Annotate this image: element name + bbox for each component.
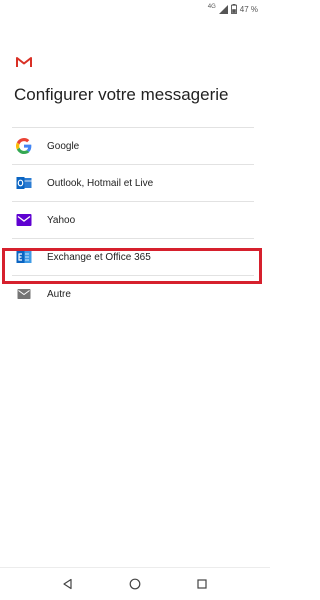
- provider-item-outlook[interactable]: Outlook, Hotmail et Live: [0, 165, 270, 201]
- provider-item-yahoo[interactable]: Yahoo: [0, 202, 270, 238]
- provider-label: Outlook, Hotmail et Live: [47, 177, 154, 189]
- provider-list: Google Outlook, Hotmail et Live Yahoo Ex…: [0, 127, 270, 312]
- gmail-logo: [16, 57, 32, 67]
- page-title: Configurer votre messagerie: [14, 85, 229, 104]
- navigation-bar: [0, 567, 270, 600]
- provider-label: Google: [47, 140, 80, 152]
- provider-label: Autre: [47, 288, 71, 300]
- home-icon[interactable]: [128, 577, 142, 591]
- battery-percent: 47 %: [239, 4, 258, 14]
- outlook-icon: [15, 174, 33, 192]
- signal-icon: [218, 4, 228, 14]
- provider-label: Yahoo: [47, 214, 76, 226]
- yahoo-icon: [15, 211, 33, 229]
- highlight-box: [2, 248, 262, 284]
- recents-icon[interactable]: [195, 577, 209, 591]
- mail-icon: [15, 285, 33, 303]
- battery-icon: [230, 4, 237, 14]
- provider-item-google[interactable]: Google: [0, 128, 270, 164]
- back-icon[interactable]: [61, 577, 75, 591]
- status-bar: 4G 47 %: [0, 0, 270, 18]
- status-indicators: 4G 47 %: [208, 4, 258, 14]
- google-icon: [15, 137, 33, 155]
- network-type: 4G: [207, 4, 216, 10]
